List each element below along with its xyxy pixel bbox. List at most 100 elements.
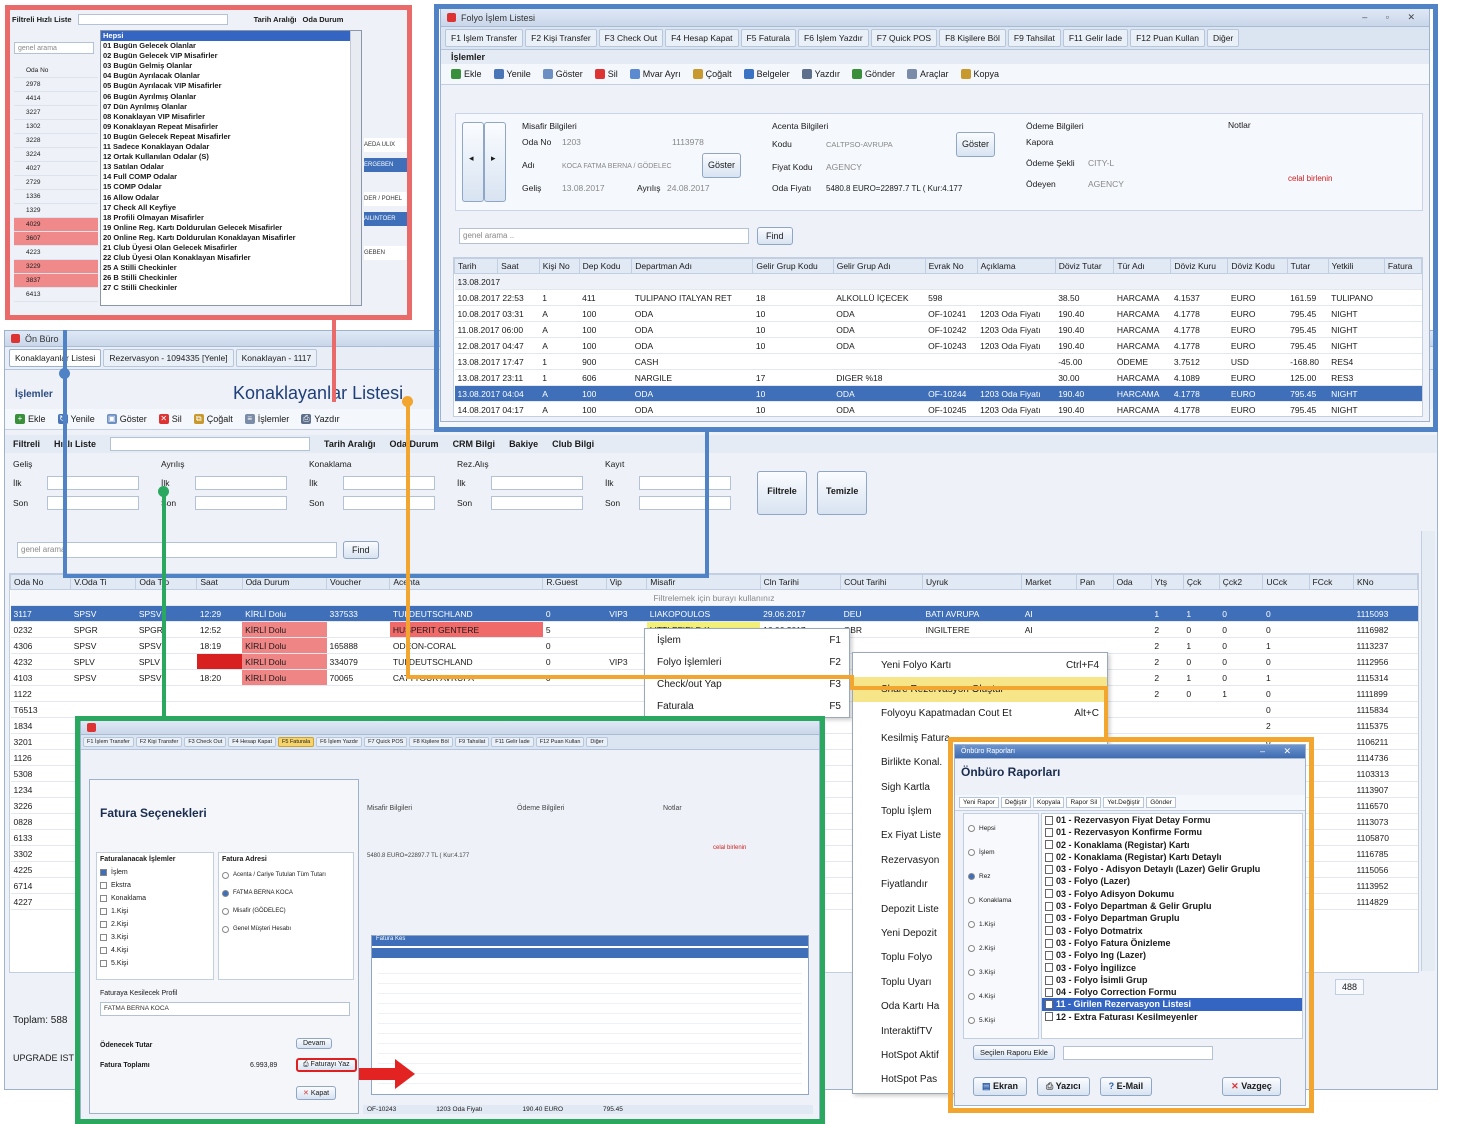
folio-toolbar-button[interactable]: Yazdır [798, 67, 844, 81]
report-toolbar-button[interactable]: Yet.Değiştir [1103, 797, 1145, 808]
invoice-tab[interactable]: Diğer [586, 737, 608, 747]
column-header[interactable]: COut Tarihi [840, 574, 923, 590]
cogalt-button[interactable]: ⧉ Çoğalt [190, 412, 237, 426]
email-button[interactable]: ? E-Mail [1099, 1077, 1153, 1096]
report-item[interactable]: 02 - Konaklama (Registar) Kartı Detaylı [1042, 851, 1302, 863]
report-toolbar-button[interactable]: Yeni Rapor [959, 797, 999, 808]
folio-toolbar-button[interactable]: Gönder [848, 67, 899, 81]
invoice-tab[interactable]: F6 İşlem Yazdır [316, 737, 363, 747]
column-header[interactable]: Market [1021, 574, 1077, 590]
invoice-left-option[interactable]: 1.Kişi [100, 905, 210, 918]
report-item[interactable]: 02 - Konaklama (Registar) Kartı [1042, 839, 1302, 851]
folio-column-header[interactable]: Kişi No [538, 258, 580, 274]
quicklist-option[interactable]: 21 Club Üyesi Olan Gelecek Misafirler [101, 243, 361, 253]
report-group-option[interactable]: İşlem [964, 840, 1038, 864]
folio-tab[interactable]: F11 Gelir İade [1062, 29, 1129, 47]
report-item[interactable]: 04 - Folyo Correction Formu [1042, 986, 1302, 998]
oda-durum-checkbox[interactable]: Oda Durum [390, 439, 439, 449]
invoice-right-option[interactable]: Genel Müşteri Hesabı [222, 920, 350, 938]
report-item[interactable]: 03 - Folyo Departman Gruplu [1042, 912, 1302, 924]
invoice-tab[interactable]: F1 İşlem Transfer [83, 737, 134, 747]
invoice-left-option[interactable]: 3.Kişi [100, 931, 210, 944]
report-item[interactable]: 03 - Folyo - Adisyon Detaylı (Lazer) Gel… [1042, 863, 1302, 875]
folio-column-header[interactable]: Fatura [1383, 258, 1422, 274]
date-ilk-field[interactable] [47, 476, 139, 490]
date-ilk-field[interactable] [195, 476, 287, 490]
report-item[interactable]: 01 - Rezervasyon Fiyat Detay Formu [1042, 814, 1302, 826]
folio-tab[interactable]: F3 Check Out [598, 29, 664, 47]
folio-find-button[interactable]: Find [757, 227, 793, 245]
report-toolbar-button[interactable]: Rapor Sil [1066, 797, 1102, 808]
folio-tab[interactable]: F4 Hesap Kapat [665, 29, 739, 47]
invoice-tab[interactable]: F4 Hesap Kapat [228, 737, 276, 747]
folio-row[interactable]: 12.08.2017 04:47 A 100 ODA 10 ODA OF-10243 1203… [454, 337, 1422, 354]
folio-column-header[interactable]: Döviz Tutar [1054, 258, 1115, 274]
folio-row[interactable]: 10.08.2017 03:31 A 100 ODA 10 ODA OF-10241 1203… [454, 305, 1422, 322]
report-toolbar-button[interactable]: Değiştir [1000, 797, 1031, 808]
folio-row[interactable]: 13.08.2017 23:11 1 606 NARGILE 17 DIGER %18 30… [454, 369, 1422, 386]
folio-tab[interactable]: F1 İşlem Transfer [445, 29, 524, 47]
report-item[interactable]: 03 - Folyo Departman & Gelir Gruplu [1042, 900, 1302, 912]
crm-bilgi-checkbox[interactable]: CRM Bilgi [453, 439, 496, 449]
folio-toolbar-button[interactable]: Mvar Ayrı [626, 67, 685, 81]
column-header[interactable]: Çck2 [1218, 574, 1264, 590]
report-toolbar-button[interactable]: Kopyala [1032, 797, 1065, 808]
column-header[interactable]: Uyruk [921, 574, 1023, 590]
column-header[interactable]: Cln Tarihi [759, 574, 842, 590]
invoice-right-option[interactable]: FATMA BERNA KOCA [222, 884, 350, 902]
folio-row[interactable]: 10.08.2017 22:53 1 411 TULIPANO ITALYAN RET… [454, 289, 1422, 306]
folio-tab[interactable]: F12 Puan Kullan [1130, 29, 1205, 47]
date-son-field[interactable] [195, 496, 287, 510]
club-bilgi-checkbox[interactable]: Club Bilgi [552, 439, 594, 449]
quicklist-option[interactable]: 02 Bugün Gelecek VIP Misafirler [101, 51, 361, 61]
invoice-left-option[interactable]: 5.Kişi [100, 957, 210, 970]
quicklist-option[interactable]: 25 A Stilli Checkinler [101, 263, 361, 273]
quicklist-option[interactable]: 08 Konaklayan VIP Misafirler [101, 112, 361, 122]
invoice-tab[interactable]: F12 Puan Kullan [535, 737, 585, 747]
invoice-tab[interactable]: F2 Kişi Transfer [135, 737, 183, 747]
invoice-tab[interactable]: F8 Kişilere Böl [409, 737, 453, 747]
quicklist-option[interactable]: 14 Full COMP Odalar [101, 172, 361, 182]
report-item[interactable]: 03 - Folyo Fatura Önizleme [1042, 937, 1302, 949]
report-item[interactable]: 03 - Folyo (Lazer) [1042, 875, 1302, 887]
quicklist-oda[interactable]: Oda Durum [303, 15, 344, 24]
report-group-option[interactable]: 4.Kişi [964, 984, 1038, 1008]
prev-guest-button[interactable]: ◂ [462, 122, 484, 202]
quicklist-option[interactable]: 26 B Stilli Checkinler [101, 273, 361, 283]
folio-column-header[interactable]: Yetkili [1327, 258, 1385, 274]
sil-button[interactable]: ✕ Sil [155, 412, 186, 426]
agency-show-button[interactable]: Göster [956, 132, 996, 157]
column-header[interactable]: Oda Durum [241, 574, 328, 590]
quicklist-option[interactable]: 03 Bugün Gelmiş Olanlar [101, 61, 361, 71]
vazgec-button[interactable]: ✕ Vazgeç [1222, 1077, 1281, 1096]
folio-tab[interactable]: F2 Kişi Transfer [525, 29, 597, 47]
report-item[interactable]: 03 - Folyo İngilizce [1042, 962, 1302, 974]
folio-column-header[interactable]: Saat [497, 258, 540, 274]
report-item[interactable]: 01 - Rezervasyon Konfirme Formu [1042, 826, 1302, 838]
folio-tab[interactable]: F8 Kişilere Böl [939, 29, 1006, 47]
invoice-tab[interactable]: F7 Quick POS [364, 737, 408, 747]
date-son-field[interactable] [343, 496, 435, 510]
print-invoice-button[interactable]: ⎙ Faturayı Yaz [296, 1058, 357, 1072]
main-find-button[interactable]: Find [343, 541, 379, 559]
column-header[interactable]: Pan [1075, 574, 1114, 590]
add-selected-report-button[interactable]: Seçilen Raporu Ekle [973, 1045, 1055, 1060]
folio-row[interactable]: 13.08.2017 17:47 1 900 CASH -45.00 ÖDEME 3.751… [454, 353, 1422, 370]
invoice-tab[interactable]: F11 Gelir İade [491, 737, 534, 747]
invoice-left-option[interactable]: Konaklama [100, 892, 210, 905]
folio-toolbar-button[interactable]: Sil [591, 67, 622, 81]
invoice-tab[interactable]: F5 Faturala [278, 737, 315, 747]
folio-group-row[interactable]: 13.08.2017 [454, 273, 1422, 290]
bakiye-checkbox[interactable]: Bakiye [509, 439, 538, 449]
next-guest-button[interactable]: ▸ [484, 122, 506, 202]
folio-row[interactable]: 14.08.2017 04:17 A 100 ODA 10 ODA OF-10245 1203… [454, 401, 1422, 416]
quicklist-option[interactable]: 27 C Stilli Checkinler [101, 283, 361, 293]
date-ilk-field[interactable] [343, 476, 435, 490]
column-header[interactable]: Oda No [10, 574, 72, 590]
date-son-field[interactable] [639, 496, 731, 510]
invoice-tab[interactable]: F3 Check Out [184, 737, 227, 747]
quicklist-option[interactable]: 07 Dün Ayrılmış Olanlar [101, 102, 361, 112]
ekran-button[interactable]: ▤ Ekran [973, 1077, 1028, 1096]
quicklist-option[interactable]: 01 Bugün Gelecek Olanlar [101, 41, 361, 51]
invoice-tab[interactable]: F9 Tahsilat [454, 737, 490, 747]
